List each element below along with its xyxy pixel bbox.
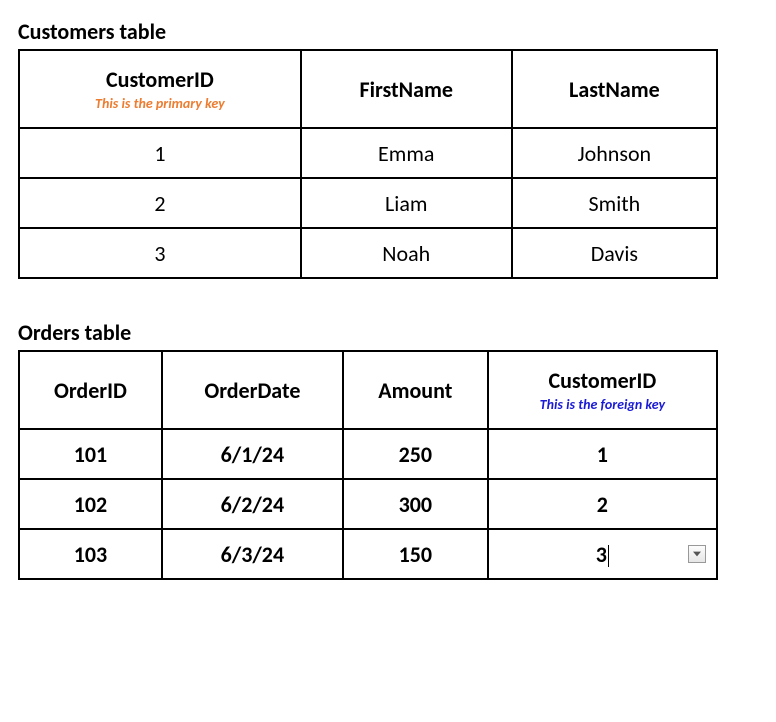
table-row: 102 6/2/24 300 2 [19, 479, 717, 529]
cell-amount: 250 [343, 429, 488, 479]
cell-firstname: Noah [301, 228, 512, 278]
table-row: 3 Noah Davis [19, 228, 717, 278]
cell-customerid: 2 [488, 479, 717, 529]
table-row: 1 Emma Johnson [19, 128, 717, 178]
orders-table: OrderID OrderDate Amount CustomerID This… [18, 350, 718, 580]
header-label: Amount [350, 377, 481, 404]
foreign-key-note: This is the foreign key [495, 396, 710, 413]
cell-customerid: 2 [19, 178, 301, 228]
cell-orderdate: 6/1/24 [162, 429, 343, 479]
cell-lastname: Smith [512, 178, 717, 228]
primary-key-note: This is the primary key [26, 95, 294, 112]
orders-header-orderdate: OrderDate [162, 351, 343, 429]
cell-orderid: 103 [19, 529, 162, 579]
cell-customerid: 3 [19, 228, 301, 278]
dropdown-button[interactable] [688, 545, 706, 563]
cell-lastname: Johnson [512, 128, 717, 178]
cell-customerid-editing[interactable]: 3 [488, 529, 717, 579]
customers-header-customerid: CustomerID This is the primary key [19, 50, 301, 128]
header-label: OrderDate [169, 377, 336, 404]
orders-header-row: OrderID OrderDate Amount CustomerID This… [19, 351, 717, 429]
customers-header-firstname: FirstName [301, 50, 512, 128]
cell-orderdate: 6/2/24 [162, 479, 343, 529]
cell-customerid: 1 [488, 429, 717, 479]
cell-firstname: Liam [301, 178, 512, 228]
customers-table: CustomerID This is the primary key First… [18, 49, 718, 279]
header-label: OrderID [26, 377, 155, 404]
cell-amount: 150 [343, 529, 488, 579]
cell-value: 3 [596, 541, 609, 568]
cell-lastname: Davis [512, 228, 717, 278]
header-label: CustomerID [26, 66, 294, 93]
cell-customerid: 1 [19, 128, 301, 178]
customers-header-row: CustomerID This is the primary key First… [19, 50, 717, 128]
cell-orderid: 101 [19, 429, 162, 479]
table-row: 2 Liam Smith [19, 178, 717, 228]
chevron-down-icon [693, 551, 701, 557]
orders-header-orderid: OrderID [19, 351, 162, 429]
cell-firstname: Emma [301, 128, 512, 178]
cell-amount: 300 [343, 479, 488, 529]
orders-title: Orders table [18, 319, 758, 346]
customers-section: Customers table CustomerID This is the p… [18, 18, 758, 279]
customers-header-lastname: LastName [512, 50, 717, 128]
orders-section: Orders table OrderID OrderDate Amount Cu… [18, 319, 758, 580]
header-label: LastName [519, 76, 710, 103]
header-label: FirstName [308, 76, 505, 103]
header-label: CustomerID [495, 367, 710, 394]
table-row: 103 6/3/24 150 3 [19, 529, 717, 579]
orders-header-amount: Amount [343, 351, 488, 429]
customers-title: Customers table [18, 18, 758, 45]
table-row: 101 6/1/24 250 1 [19, 429, 717, 479]
orders-header-customerid: CustomerID This is the foreign key [488, 351, 717, 429]
cell-orderdate: 6/3/24 [162, 529, 343, 579]
cell-orderid: 102 [19, 479, 162, 529]
